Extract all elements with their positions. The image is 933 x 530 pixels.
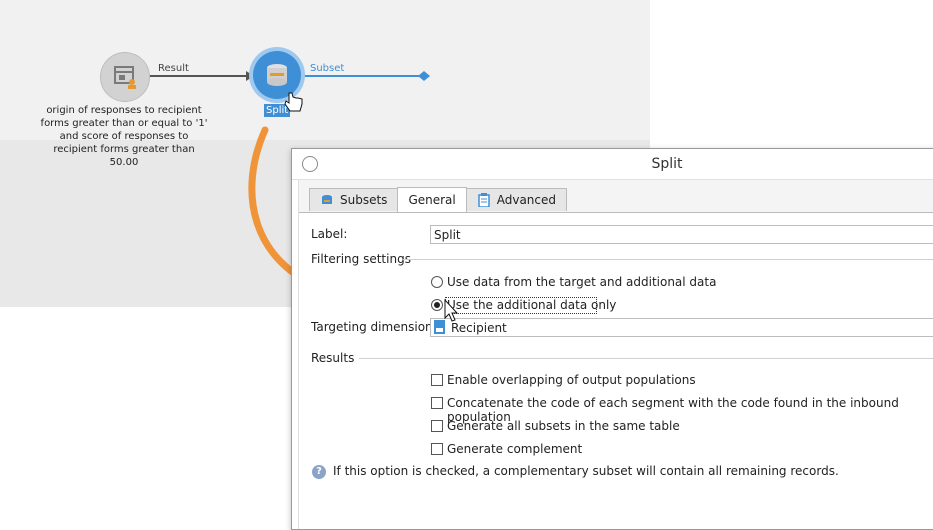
radio-target-and-additional-label[interactable]: Use data from the target and additional …: [447, 275, 716, 289]
clipboard-icon: [477, 193, 490, 207]
radio-additional-only[interactable]: [431, 299, 443, 311]
label-input[interactable]: Split: [430, 225, 933, 244]
tab-subsets[interactable]: Subsets: [309, 188, 399, 211]
split-dialog: Split Subsets General Advanced Label: Sp…: [291, 148, 933, 530]
results-heading: Results: [311, 351, 355, 365]
label-caption: Label:: [311, 227, 348, 241]
checkbox-generate-same-table[interactable]: [431, 420, 443, 432]
checkbox-enable-overlapping-label[interactable]: Enable overlapping of output populations: [447, 373, 696, 387]
tab-bar: Subsets General Advanced: [309, 187, 568, 212]
help-icon: ?: [312, 465, 326, 479]
tab-general-label: General: [408, 193, 456, 207]
recipient-schema-icon: [434, 320, 445, 334]
checkbox-generate-complement-label[interactable]: Generate complement: [447, 442, 582, 456]
checkbox-generate-same-table-label[interactable]: Generate all subsets in the same table: [447, 419, 680, 433]
targeting-dimension-field[interactable]: Recipient: [430, 318, 933, 337]
radio-target-and-additional[interactable]: [431, 276, 443, 288]
transition-subset-end-icon: [418, 71, 430, 81]
transition-subset-label: Subset: [310, 63, 345, 74]
checkbox-generate-complement[interactable]: [431, 443, 443, 455]
filtering-settings-heading: Filtering settings: [311, 252, 411, 266]
query-icon: [114, 66, 136, 89]
help-text: If this option is checked, a complementa…: [333, 464, 839, 478]
dialog-title: Split: [651, 156, 683, 172]
radio-additional-only-label[interactable]: Use the additional data only: [447, 298, 616, 312]
tab-advanced[interactable]: Advanced: [465, 188, 568, 211]
targeting-dimension-caption: Targeting dimension:: [311, 320, 437, 334]
dialog-title-bar[interactable]: Split: [292, 149, 933, 180]
tab-subsets-label: Subsets: [340, 193, 388, 207]
results-divider: [359, 358, 933, 359]
tab-general[interactable]: General: [397, 187, 467, 212]
tab-advanced-label: Advanced: [496, 193, 557, 207]
split-activity-node[interactable]: [253, 51, 301, 99]
query-node-description: origin of responses to recipient forms g…: [40, 105, 208, 168]
checkbox-concatenate-code[interactable]: [431, 397, 443, 409]
general-tab-panel: Label: Split Filtering settings Use data…: [299, 212, 933, 529]
transition-result-label: Result: [158, 63, 189, 74]
dialog-body: Subsets General Advanced Label: Split Fi…: [298, 180, 933, 529]
split-node-label: Split: [264, 104, 291, 117]
checkbox-enable-overlapping[interactable]: [431, 374, 443, 386]
split-database-icon: [267, 64, 287, 86]
filtering-settings-divider: [403, 259, 933, 260]
query-activity-node[interactable]: [100, 52, 150, 102]
subsets-icon: [322, 195, 332, 204]
